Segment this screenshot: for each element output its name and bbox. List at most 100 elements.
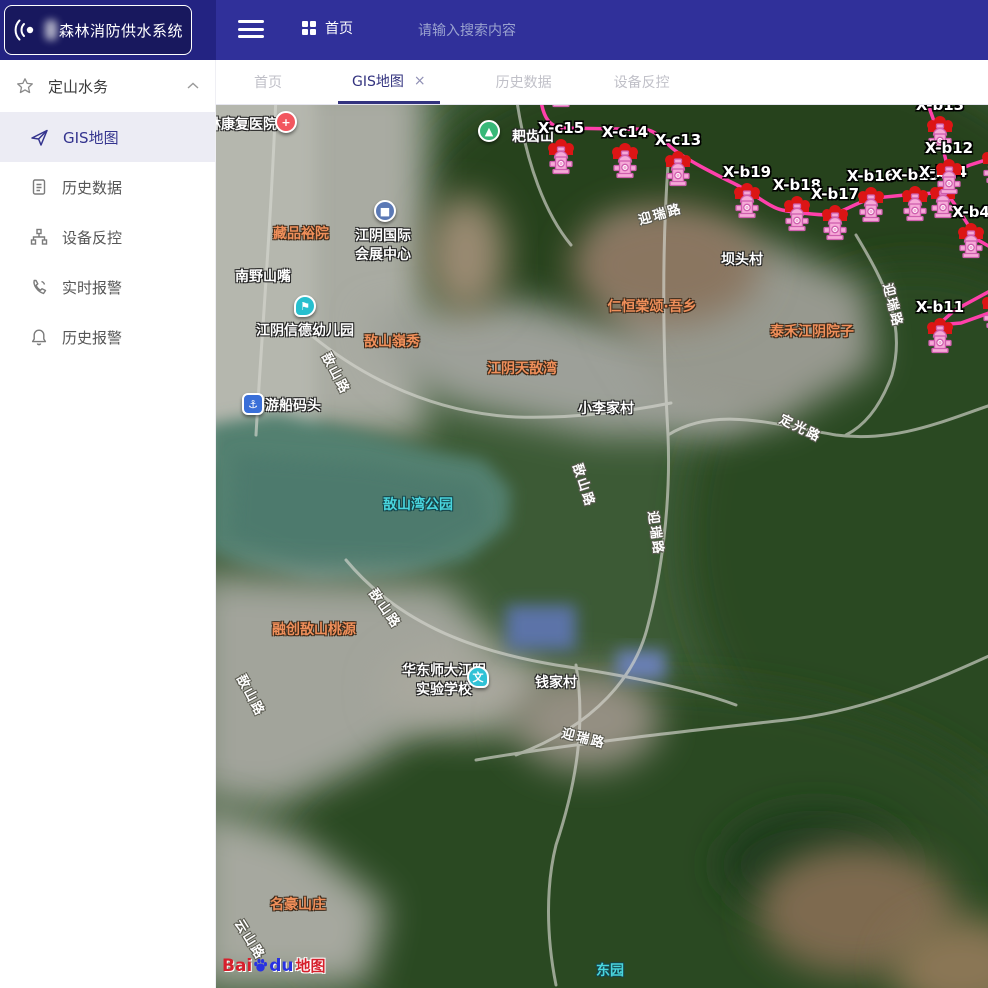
- map-label-tianyuwan: 江阴天敔湾: [487, 358, 557, 378]
- grid-icon: [302, 21, 316, 35]
- fire-hydrant-icon: [821, 205, 849, 243]
- sitemap-icon: [30, 228, 48, 246]
- map-label-lingxiu: 敔山嶺秀: [364, 331, 420, 351]
- sidebar-item-history-alarm[interactable]: 历史报警: [0, 312, 215, 362]
- header-home-label: 首页: [325, 18, 353, 38]
- map-label-dongyuan: 东园: [596, 960, 624, 980]
- hydrant-marker[interactable]: X-b18: [783, 196, 811, 234]
- hydrant-marker[interactable]: X-b11: [926, 318, 954, 356]
- school-icon: 文: [467, 666, 489, 688]
- hydrant-marker[interactable]: X-c13: [664, 151, 692, 189]
- sidebar: 定山水务 GIS地图 历史数据 设备反控 实时报警 历史报警: [0, 60, 216, 988]
- sidebar-item-label: 历史数据: [62, 177, 122, 198]
- tab-device-control[interactable]: 设备反控: [608, 60, 676, 104]
- sidebar-group-label: 定山水务: [48, 76, 187, 97]
- map-label-taihe: 泰禾江阴院子: [770, 321, 854, 341]
- hospital-icon: +: [275, 111, 297, 133]
- hydrant-label: X-b17: [811, 185, 859, 203]
- mountain-icon: ▲: [478, 120, 500, 142]
- sidebar-item-device-control[interactable]: 设备反控: [0, 212, 215, 262]
- search-input[interactable]: [418, 16, 598, 44]
- fire-hydrant-icon: [783, 196, 811, 234]
- hydrant-label: X-b19: [723, 163, 771, 181]
- phone-icon: [30, 278, 48, 296]
- hydrant-label: X-b13: [916, 105, 964, 114]
- map-label-hospital: 林康复医院: [216, 114, 277, 134]
- tab-close-icon[interactable]: ×: [414, 73, 426, 89]
- hydrant-marker[interactable]: X-b15: [901, 186, 929, 224]
- fire-hydrant-icon: [611, 143, 639, 181]
- map-label-zangpin: 藏品裕院: [273, 223, 329, 243]
- map-label-park: 敔山湾公园: [383, 494, 453, 514]
- hydrant-marker[interactable]: X-b4: [957, 223, 985, 261]
- fire-hydrant-icon: [547, 105, 575, 110]
- hydrant-label: X-b16: [847, 167, 895, 185]
- bell-icon: [30, 328, 48, 346]
- baidu-maps-attribution: Bai du 地图: [222, 955, 326, 976]
- hydrant-label: X-c15: [538, 119, 584, 137]
- censored-text: [45, 20, 57, 40]
- sidebar-item-label: 历史报警: [62, 327, 122, 348]
- sidebar-item-gis-map[interactable]: GIS地图: [0, 112, 215, 162]
- star-icon: [16, 77, 34, 95]
- fire-hydrant-icon: [857, 187, 885, 225]
- map-label-kindergarten: 江阴信德幼儿园: [256, 320, 354, 340]
- app-logo: 森林消防供水系统: [4, 5, 192, 55]
- map-label-batou: 坝头村: [721, 249, 763, 269]
- map-label-qianjia: 钱家村: [535, 672, 577, 692]
- tab-history-data[interactable]: 历史数据: [490, 60, 558, 104]
- fire-hydrant-icon: [664, 151, 692, 189]
- wharf-anchor-icon: ⚓: [242, 393, 264, 415]
- map-label-xiaolijia: 小李家村: [578, 398, 634, 418]
- kindergarten-icon: ⚑: [294, 295, 316, 317]
- fire-hydrant-icon: [981, 148, 988, 186]
- header-home-link[interactable]: 首页: [302, 18, 353, 38]
- top-header: 森林消防供水系统 首页: [0, 0, 988, 60]
- sidebar-item-label: 实时报警: [62, 277, 122, 298]
- fire-hydrant-icon: [733, 183, 761, 221]
- chevron-up-icon[interactable]: [187, 82, 199, 90]
- fire-hydrant-icon: [901, 186, 929, 224]
- hydrant-marker[interactable]: X-b12: [935, 159, 963, 197]
- tab-home[interactable]: 首页: [248, 60, 288, 104]
- sidebar-item-label: GIS地图: [63, 127, 119, 148]
- map-label-nanye: 南野山嘴: [235, 266, 291, 286]
- hydrant-label: X-b4: [952, 203, 988, 221]
- hydrant-marker[interactable]: X-b17: [821, 205, 849, 243]
- sidebar-item-history-data[interactable]: 历史数据: [0, 162, 215, 212]
- send-icon: [30, 128, 49, 147]
- fire-hydrant-icon: [926, 318, 954, 356]
- hydrant-marker[interactable]: [547, 105, 575, 110]
- expo-building-icon: ■: [374, 200, 396, 222]
- fire-hydrant-icon: [957, 223, 985, 261]
- document-icon: [30, 178, 48, 196]
- map-label-rongchuang: 融创敔山桃源: [272, 619, 356, 639]
- sidebar-item-label: 设备反控: [62, 227, 122, 248]
- water-pipeline: [216, 105, 988, 988]
- fire-hydrant-icon: [935, 159, 963, 197]
- hydrant-marker[interactable]: X-b16: [857, 187, 885, 225]
- hydrant-marker[interactable]: X: [981, 293, 988, 331]
- map-label-minghao: 名豪山庄: [270, 894, 326, 914]
- map-label-wharf: 游船码头: [265, 395, 321, 415]
- hydrant-marker[interactable]: X: [981, 148, 988, 186]
- hydrant-label: X-b12: [925, 139, 973, 157]
- gis-satellite-map[interactable]: 迎瑞路 敔山路 敔山路 迎瑞路 定光路 迎瑞路 敔山路 敔山路 迎瑞路 云山路 …: [216, 105, 988, 988]
- sidebar-group-dingshan[interactable]: 定山水务: [0, 60, 215, 112]
- map-label-renheng: 仁恒棠颂·吾乡: [607, 296, 696, 316]
- sound-wave-logo-icon: [13, 16, 41, 44]
- hamburger-menu-icon[interactable]: [238, 20, 264, 40]
- hydrant-marker[interactable]: X-c15: [547, 139, 575, 177]
- hydrant-label: X-b11: [916, 298, 964, 316]
- app-title: 森林消防供水系统: [59, 20, 183, 41]
- hydrant-marker[interactable]: X-c14: [611, 143, 639, 181]
- header-brand-band: 森林消防供水系统: [0, 0, 216, 60]
- fire-hydrant-icon: [547, 139, 575, 177]
- hydrant-marker[interactable]: X-b19: [733, 183, 761, 221]
- baidu-paw-icon: [253, 958, 268, 973]
- tab-gis-map[interactable]: GIS地图 ×: [338, 60, 440, 104]
- sidebar-item-realtime-alarm[interactable]: 实时报警: [0, 262, 215, 312]
- hydrant-label: X-c14: [602, 123, 648, 141]
- hydrant-label: X-c13: [655, 131, 701, 149]
- tab-bar: 首页 GIS地图 × 历史数据 设备反控: [216, 60, 988, 105]
